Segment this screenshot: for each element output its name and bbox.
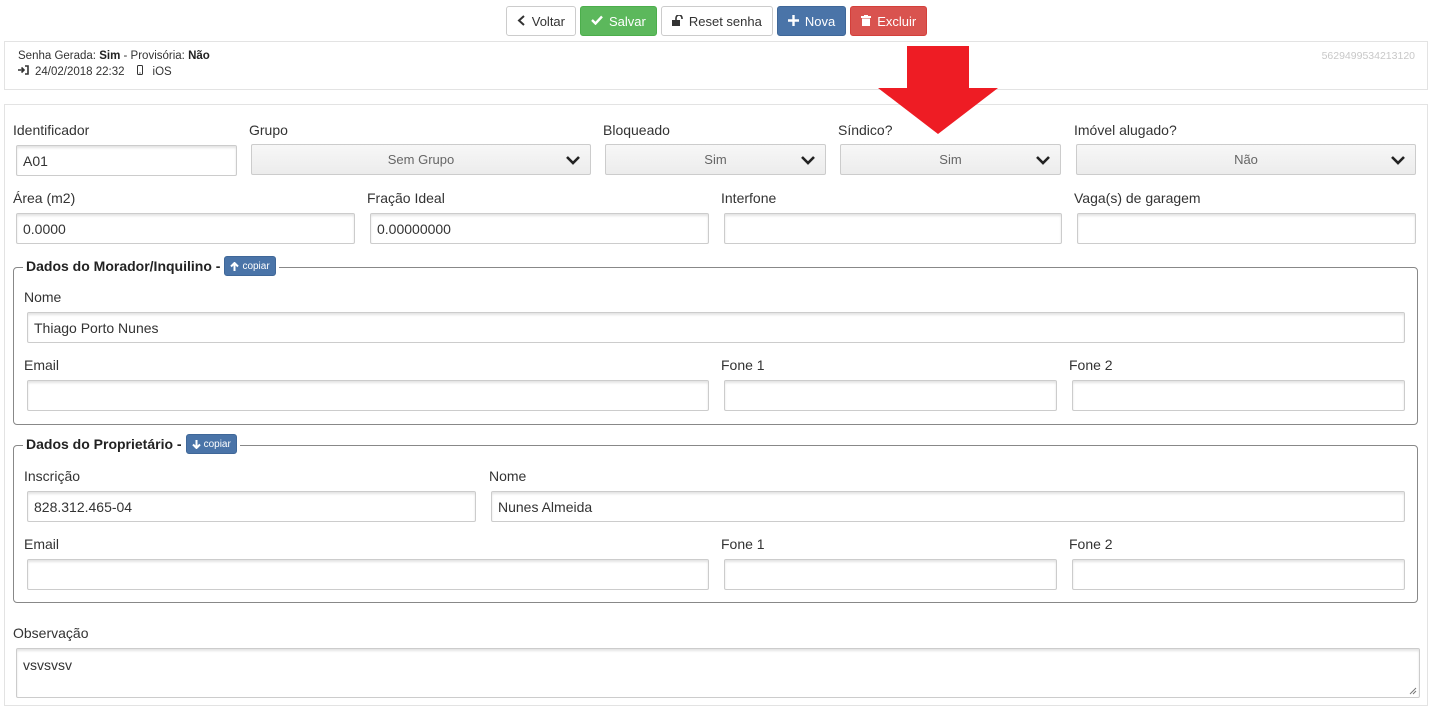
grupo-label: Grupo bbox=[249, 122, 288, 138]
proprietario-copy-button[interactable]: copiar bbox=[185, 434, 237, 454]
identificador-label: Identificador bbox=[13, 122, 90, 138]
vagas-input[interactable] bbox=[1077, 213, 1416, 244]
proprietario-legend-text: Dados do Proprietário - bbox=[26, 436, 182, 452]
arrow-up-icon bbox=[230, 261, 240, 271]
sindico-select[interactable]: Sim bbox=[840, 144, 1061, 175]
vagas-label: Vaga(s) de garagem bbox=[1074, 190, 1201, 206]
morador-legend-text: Dados do Morador/Inquilino - bbox=[26, 258, 221, 274]
morador-nome-label: Nome bbox=[24, 289, 62, 305]
proprietario-fone1-input[interactable] bbox=[724, 559, 1057, 590]
fracao-label: Fração Ideal bbox=[367, 190, 445, 206]
new-button[interactable]: Nova bbox=[776, 6, 847, 36]
alugado-select[interactable]: Não bbox=[1076, 144, 1416, 175]
morador-fone2-input[interactable] bbox=[1072, 380, 1405, 411]
morador-legend: Dados do Morador/Inquilino - copiar bbox=[23, 256, 279, 276]
delete-button-label: Excluir bbox=[877, 13, 917, 29]
toolbar: Voltar Salvar Reset senha Nova Excluir bbox=[0, 6, 1433, 36]
grupo-selected: Sem Grupo bbox=[387, 152, 455, 167]
morador-nome-input[interactable]: Thiago Porto Nunes bbox=[27, 312, 1405, 343]
chevron-down-icon bbox=[1036, 156, 1050, 165]
resize-handle-icon[interactable] bbox=[1409, 687, 1417, 695]
back-button-label: Voltar bbox=[531, 13, 565, 29]
bloqueado-select[interactable]: Sim bbox=[605, 144, 826, 175]
sign-in-icon bbox=[18, 65, 29, 78]
red-down-arrow-annotation bbox=[878, 46, 998, 134]
device-name: iOS bbox=[152, 65, 172, 78]
morador-email-label: Email bbox=[24, 357, 60, 373]
fracao-input[interactable]: 0.00000000 bbox=[370, 213, 709, 244]
senha-value: Sim bbox=[99, 50, 121, 62]
observacao-label: Observação bbox=[13, 625, 89, 641]
plus-icon bbox=[787, 14, 799, 28]
morador-email-input[interactable] bbox=[27, 380, 709, 411]
unlock-icon bbox=[671, 13, 683, 28]
proprietario-nome-input[interactable]: Nunes Almeida bbox=[491, 491, 1405, 522]
password-status-line: Senha Gerada: Sim - Provisória: Não bbox=[18, 50, 1414, 62]
arrow-down-icon bbox=[191, 439, 201, 449]
area-label: Área (m2) bbox=[13, 190, 76, 206]
observacao-textarea[interactable]: vsvsvsv bbox=[16, 648, 1420, 698]
record-id: 5629499534213120 bbox=[1321, 50, 1415, 62]
bloqueado-label: Bloqueado bbox=[603, 122, 670, 138]
proprietario-legend: Dados do Proprietário - copiar bbox=[23, 434, 240, 454]
inscricao-input[interactable]: 828.312.465-04 bbox=[27, 491, 476, 522]
interfone-label: Interfone bbox=[721, 190, 777, 206]
senha-label: Senha Gerada: bbox=[18, 50, 97, 62]
morador-fone1-input[interactable] bbox=[724, 380, 1057, 411]
provisoria-label: Provisória: bbox=[130, 50, 185, 62]
observacao-text: vsvsvsv bbox=[23, 657, 72, 673]
proprietario-email-input[interactable] bbox=[27, 559, 709, 590]
delete-button[interactable]: Excluir bbox=[850, 6, 928, 36]
reset-password-label: Reset senha bbox=[688, 13, 762, 29]
interfone-input[interactable] bbox=[724, 213, 1062, 244]
morador-fone2-label: Fone 2 bbox=[1069, 357, 1113, 373]
chevron-down-icon bbox=[566, 156, 580, 165]
proprietario-fone2-label: Fone 2 bbox=[1069, 536, 1113, 552]
identificador-input[interactable]: A01 bbox=[16, 145, 237, 176]
chevron-left-icon bbox=[517, 14, 526, 28]
alugado-selected: Não bbox=[1234, 152, 1258, 167]
login-date: 24/02/2018 22:32 bbox=[35, 65, 125, 78]
area-input[interactable]: 0.0000 bbox=[16, 213, 355, 244]
bloqueado-selected: Sim bbox=[704, 152, 727, 167]
inscricao-label: Inscrição bbox=[24, 468, 81, 484]
trash-icon bbox=[861, 14, 872, 28]
reset-password-button[interactable]: Reset senha bbox=[660, 6, 773, 36]
save-button[interactable]: Salvar bbox=[580, 6, 657, 36]
alugado-label: Imóvel alugado? bbox=[1074, 122, 1177, 138]
proprietario-email-label: Email bbox=[24, 536, 60, 552]
back-button[interactable]: Voltar bbox=[505, 6, 576, 36]
grupo-select[interactable]: Sem Grupo bbox=[251, 144, 591, 175]
proprietario-fone2-input[interactable] bbox=[1072, 559, 1405, 590]
check-icon bbox=[591, 15, 603, 27]
separator: - bbox=[120, 50, 131, 62]
password-info-panel: Senha Gerada: Sim - Provisória: Não 24/0… bbox=[4, 41, 1428, 90]
new-button-label: Nova bbox=[804, 13, 836, 29]
last-login-line: 24/02/2018 22:32 iOS bbox=[18, 65, 1414, 78]
morador-copy-label: copiar bbox=[242, 260, 270, 272]
morador-copy-button[interactable]: copiar bbox=[224, 256, 276, 276]
mobile-icon bbox=[136, 65, 143, 78]
chevron-down-icon bbox=[1391, 156, 1405, 165]
proprietario-nome-label: Nome bbox=[489, 468, 527, 484]
provisoria-value: Não bbox=[188, 50, 210, 62]
sindico-selected: Sim bbox=[939, 152, 962, 167]
save-button-label: Salvar bbox=[609, 13, 646, 29]
chevron-down-icon bbox=[801, 156, 815, 165]
proprietario-copy-label: copiar bbox=[203, 438, 231, 450]
morador-fone1-label: Fone 1 bbox=[721, 357, 765, 373]
proprietario-fone1-label: Fone 1 bbox=[721, 536, 765, 552]
